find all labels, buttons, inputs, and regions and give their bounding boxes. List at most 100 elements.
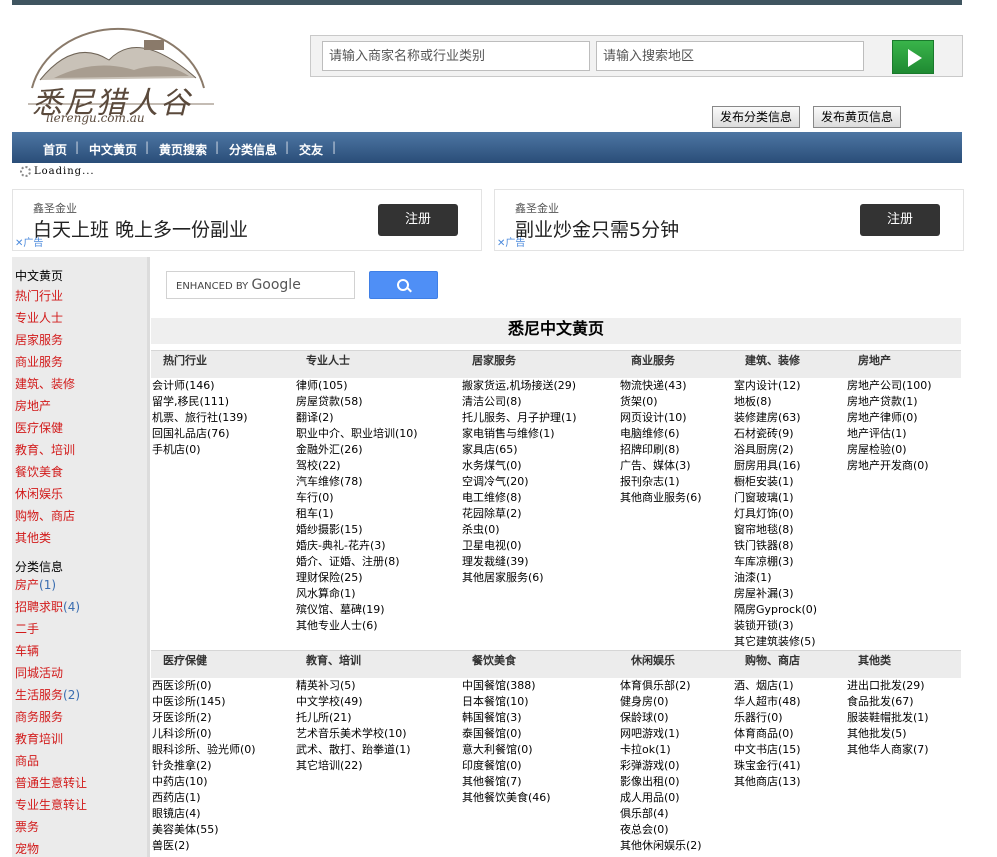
subcategory-link[interactable]: 电工维修(8) <box>462 490 577 506</box>
subcategory-link[interactable]: 其它培训(22) <box>296 758 411 774</box>
sidebar-yp-link[interactable]: 教育、培训 <box>15 441 75 458</box>
subcategory-link[interactable]: 租车(1) <box>296 506 418 522</box>
subcategory-link[interactable]: 其他餐饮美食(46) <box>462 790 551 806</box>
subcategory-link[interactable]: 网吧游戏(1) <box>620 726 702 742</box>
subcategory-link[interactable]: 空调冷气(20) <box>462 474 577 490</box>
subcategory-link[interactable]: 理财保险(25) <box>296 570 418 586</box>
subcategory-link[interactable]: 油漆(1) <box>734 570 817 586</box>
subcategory-link[interactable]: 地板(8) <box>734 394 817 410</box>
nav-dating[interactable]: 交友 <box>299 141 323 158</box>
subcategory-link[interactable]: 印度餐馆(0) <box>462 758 551 774</box>
subcategory-link[interactable]: 精英补习(5) <box>296 678 411 694</box>
subcategory-link[interactable]: 职业中介、职业培训(10) <box>296 426 418 442</box>
subcategory-link[interactable]: 体育俱乐部(2) <box>620 678 702 694</box>
subcategory-link[interactable]: 石材瓷砖(9) <box>734 426 817 442</box>
subcategory-link[interactable]: 室内设计(12) <box>734 378 817 394</box>
subcategory-link[interactable]: 儿科诊所(0) <box>152 726 256 742</box>
subcategory-link[interactable]: 进出口批发(29) <box>847 678 929 694</box>
sidebar-yp-link[interactable]: 居家服务 <box>15 331 63 348</box>
sidebar-yp-link[interactable]: 休闲娱乐 <box>15 485 63 502</box>
subcategory-link[interactable]: 风水算命(1) <box>296 586 418 602</box>
subcategory-link[interactable]: 健身房(0) <box>620 694 702 710</box>
nav-home[interactable]: 首页 <box>43 141 67 158</box>
subcategory-link[interactable]: 家电销售与维修(1) <box>462 426 577 442</box>
subcategory-link[interactable]: 机票、旅行社(139) <box>152 410 248 426</box>
category-heading[interactable]: 专业人士 <box>306 352 350 368</box>
subcategory-link[interactable]: 房屋检验(0) <box>847 442 932 458</box>
subcategory-link[interactable]: 眼科诊所、验光师(0) <box>152 742 256 758</box>
subcategory-link[interactable]: 中国餐馆(388) <box>462 678 551 694</box>
subcategory-link[interactable]: 广告、媒体(3) <box>620 458 702 474</box>
subcategory-link[interactable]: 其他商店(13) <box>734 774 801 790</box>
sidebar-yp-link[interactable]: 购物、商店 <box>15 507 75 524</box>
category-heading[interactable]: 教育、培训 <box>306 652 361 668</box>
post-classified-button[interactable]: 发布分类信息 <box>712 106 801 128</box>
category-heading[interactable]: 热门行业 <box>163 352 207 368</box>
subcategory-link[interactable]: 其他居家服务(6) <box>462 570 577 586</box>
category-heading[interactable]: 建筑、装修 <box>745 352 800 368</box>
subcategory-link[interactable]: 汽车维修(78) <box>296 474 418 490</box>
ad-banner-2[interactable]: 鑫圣金业 副业炒金只需5分钟 注册 ✕广告 <box>494 189 964 251</box>
subcategory-link[interactable]: 婚介、证婚、注册(8) <box>296 554 418 570</box>
subcategory-link[interactable]: 翻译(2) <box>296 410 418 426</box>
sidebar-classified-link[interactable]: 宠物 <box>15 840 39 857</box>
sidebar-yp-link[interactable]: 专业人士 <box>15 309 63 326</box>
subcategory-link[interactable]: 其他华人商家(7) <box>847 742 929 758</box>
subcategory-link[interactable]: 灯具灯饰(0) <box>734 506 817 522</box>
subcategory-link[interactable]: 中文学校(49) <box>296 694 411 710</box>
subcategory-link[interactable]: 留学,移民(111) <box>152 394 248 410</box>
subcategory-link[interactable]: 其他餐馆(7) <box>462 774 551 790</box>
subcategory-link[interactable]: 卫星电视(0) <box>462 538 577 554</box>
ad-label[interactable]: ✕广告 <box>497 234 525 249</box>
nav-yellowpages[interactable]: 中文黄页 <box>89 141 137 158</box>
subcategory-link[interactable]: 厨房用具(16) <box>734 458 817 474</box>
subcategory-link[interactable]: 货架(0) <box>620 394 702 410</box>
sidebar-classified-link[interactable]: 商品 <box>15 752 39 769</box>
category-heading[interactable]: 房地产 <box>858 352 891 368</box>
subcategory-link[interactable]: 体育商品(0) <box>734 726 801 742</box>
subcategory-link[interactable]: 房屋补漏(3) <box>734 586 817 602</box>
ad-banner-1[interactable]: 鑫圣金业 白天上班 晚上多一份副业 注册 ✕广告 <box>12 189 482 251</box>
subcategory-link[interactable]: 俱乐部(4) <box>620 806 702 822</box>
subcategory-link[interactable]: 夜总会(0) <box>620 822 702 838</box>
category-heading[interactable]: 其他类 <box>858 652 891 668</box>
subcategory-link[interactable]: 针灸推拿(2) <box>152 758 256 774</box>
subcategory-link[interactable]: 地产评估(1) <box>847 426 932 442</box>
subcategory-link[interactable]: 房屋贷款(58) <box>296 394 418 410</box>
subcategory-link[interactable]: 成人用品(0) <box>620 790 702 806</box>
subcategory-link[interactable]: 中药店(10) <box>152 774 256 790</box>
subcategory-link[interactable]: 彩弹游戏(0) <box>620 758 702 774</box>
google-search-button[interactable] <box>369 271 438 299</box>
subcategory-link[interactable]: 浴具厨房(2) <box>734 442 817 458</box>
subcategory-link[interactable]: 律师(105) <box>296 378 418 394</box>
subcategory-link[interactable]: 兽医(2) <box>152 838 256 854</box>
sidebar-classified-link[interactable]: 招聘求职(4) <box>15 598 80 615</box>
subcategory-link[interactable]: 搬家货运,机场接送(29) <box>462 378 577 394</box>
subcategory-link[interactable]: 铁门铁器(8) <box>734 538 817 554</box>
sidebar-classified-link[interactable]: 教育培训 <box>15 730 63 747</box>
sidebar-classified-link[interactable]: 同城活动 <box>15 664 63 681</box>
subcategory-link[interactable]: 珠宝金行(41) <box>734 758 801 774</box>
category-heading[interactable]: 医疗保健 <box>163 652 207 668</box>
subcategory-link[interactable]: 影像出租(0) <box>620 774 702 790</box>
subcategory-link[interactable]: 清洁公司(8) <box>462 394 577 410</box>
subcategory-link[interactable]: 车库凉棚(3) <box>734 554 817 570</box>
subcategory-link[interactable]: 西药店(1) <box>152 790 256 806</box>
subcategory-link[interactable]: 回国礼品店(76) <box>152 426 248 442</box>
subcategory-link[interactable]: 房地产开发商(0) <box>847 458 932 474</box>
subcategory-link[interactable]: 华人超市(48) <box>734 694 801 710</box>
subcategory-link[interactable]: 托儿服务、月子护理(1) <box>462 410 577 426</box>
subcategory-link[interactable]: 房地产律师(0) <box>847 410 932 426</box>
google-search-input[interactable]: ENHANCED BY Google <box>166 271 355 299</box>
category-heading[interactable]: 商业服务 <box>631 352 675 368</box>
subcategory-link[interactable]: 其他休闲娱乐(2) <box>620 838 702 854</box>
category-heading[interactable]: 餐饮美食 <box>472 652 516 668</box>
subcategory-link[interactable]: 服装鞋帽批发(1) <box>847 710 929 726</box>
subcategory-link[interactable]: 花园除草(2) <box>462 506 577 522</box>
subcategory-link[interactable]: 韩国餐馆(3) <box>462 710 551 726</box>
subcategory-link[interactable]: 其他专业人士(6) <box>296 618 418 634</box>
subcategory-link[interactable]: 手机店(0) <box>152 442 248 458</box>
sidebar-classified-link[interactable]: 房产(1) <box>15 576 56 593</box>
subcategory-link[interactable]: 会计师(146) <box>152 378 248 394</box>
subcategory-link[interactable]: 物流快递(43) <box>620 378 702 394</box>
